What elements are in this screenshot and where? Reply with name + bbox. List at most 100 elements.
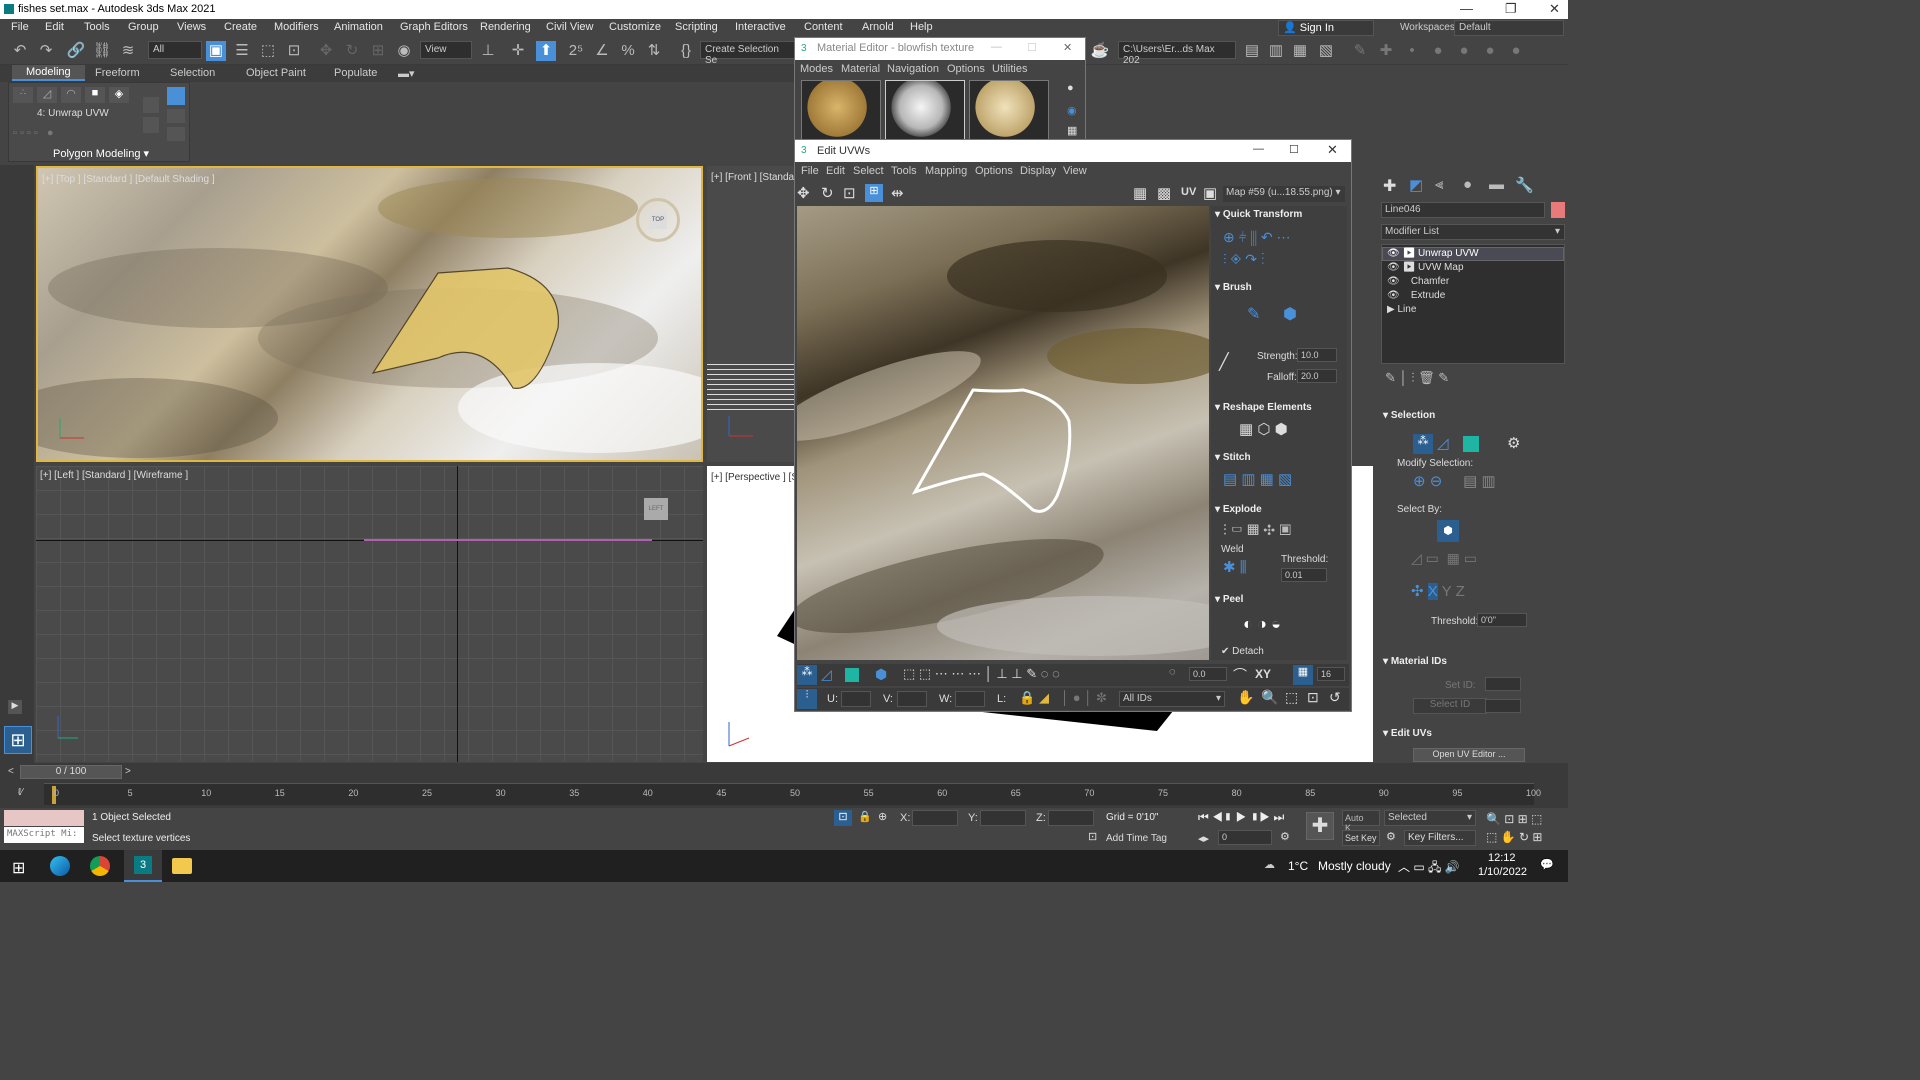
u-field[interactable] [841,691,871,707]
spinner-snap-icon[interactable]: ⇅ [644,41,664,61]
viewcube-top[interactable]: TOP [636,198,680,242]
select-manipulate-icon[interactable]: ✛ [508,41,528,61]
brush-line-icon[interactable]: ╱ [1219,352,1229,372]
stack-tools-icons[interactable]: ✎ │ ⫶ 🗑 ✎ [1385,370,1449,386]
menu-rendering[interactable]: Rendering [480,21,531,33]
uvw-menu-display[interactable]: Display [1020,165,1056,177]
modify-selection-icons[interactable]: ⊕ ⊖ ▤ ▥ [1413,472,1496,490]
3dsmax-taskbar-icon[interactable]: 3 [124,850,162,882]
edge-icon[interactable]: ◿ [37,87,57,103]
y-coordinate-field[interactable] [980,810,1026,826]
current-frame-field[interactable]: 0 [1218,830,1272,845]
uvw-maximize-icon[interactable]: ☐ [1289,143,1299,156]
stitch-header[interactable]: ▾ Stitch [1215,452,1343,466]
key-filters-icon[interactable]: ⚙ [1386,830,1396,843]
paint-move-icon[interactable]: ✎ [1247,304,1260,324]
filter-icons[interactable]: │ ● │ ✼ [1061,690,1107,706]
menu-modifiers[interactable]: Modifiers [274,21,319,33]
pin-icon[interactable]: ✎ [1350,41,1370,61]
selection-rollout-header[interactable]: ▾ Selection [1383,410,1435,421]
border-icon[interactable]: ◠ [61,87,81,103]
display-tab-icon[interactable]: ▬ [1489,176,1504,193]
zoom-icon[interactable]: 🔍 [1261,689,1278,706]
v-field[interactable] [897,691,927,707]
brush-header[interactable]: ▾ Brush [1215,282,1343,296]
tab-populate[interactable]: Populate [334,67,377,79]
grid-snap-icon[interactable]: ▦ [1293,665,1313,685]
container-icon-3[interactable]: ▦ [1290,41,1310,61]
selection-filter-dropdown[interactable]: All [148,41,202,59]
auto-key-button[interactable]: Auto K... [1342,810,1380,833]
expand-toolbar-icon[interactable]: ▶ [8,700,22,714]
viewport-left[interactable]: [+] [Left ] [Standard ] [Wireframe ] LEF… [36,466,703,762]
time-slider-next[interactable]: > [125,766,131,777]
set-id-field[interactable] [1485,677,1521,691]
uvw-map-icon[interactable]: ▣ [1203,184,1217,202]
menu-edit[interactable]: Edit [45,21,64,33]
bind-space-warp-icon[interactable]: ≋ [118,41,138,61]
object-name-field[interactable]: Line046 [1381,202,1545,218]
uvw-map-dropdown[interactable]: Map #59 (u...18.55.png) ▾ [1223,186,1345,202]
uvw-menu-tools[interactable]: Tools [891,165,917,177]
object-color-swatch[interactable] [1551,202,1565,218]
stack-item-chamfer[interactable]: 👁 Chamfer [1382,276,1564,290]
menu-graph-editors[interactable]: Graph Editors [400,21,468,33]
explode-icons[interactable]: ⫶ ▭ ▦ ✣ ▣ [1223,522,1291,539]
snaps-toggle-icon[interactable]: 2⁵ [566,41,586,61]
uvw-checker-icon[interactable]: ▦ [1133,184,1147,202]
uvw-scale-icon[interactable]: ⊡ [843,184,856,202]
uvw-minimize-icon[interactable]: — [1253,143,1264,155]
menu-help[interactable]: Help [910,21,933,33]
tab-freeform[interactable]: Freeform [95,67,140,79]
viewport-top-label[interactable]: [+] [Top ] [Standard ] [Default Shading … [42,174,215,185]
quick-transform-header[interactable]: ▾ Quick Transform [1215,209,1343,223]
menu-content[interactable]: Content [804,21,843,33]
select-object-icon[interactable]: ▣ [206,41,226,61]
pan-icon[interactable]: ✋ [1237,689,1254,706]
select-by-name-icon[interactable]: ☰ [232,41,252,61]
stack-item-unwrap-uvw[interactable]: 👁 ▶ Unwrap UVW [1382,247,1564,261]
uvw-close-icon[interactable]: ✕ [1327,142,1338,158]
material-backlight-icon[interactable]: ◉ [1067,104,1077,117]
create-tab-icon[interactable]: ✚ [1383,176,1396,196]
uv-face-select-icon[interactable] [1463,436,1479,452]
menu-group[interactable]: Group [128,21,159,33]
curve-editor-toggle-icon[interactable]: ℓ∕ [18,787,23,798]
viewport-left-label[interactable]: [+] [Left ] [Standard ] [Wireframe ] [40,470,188,481]
tab-object-paint[interactable]: Object Paint [246,67,306,79]
uvw-show-map-icon[interactable]: ▩ [1157,184,1171,202]
set-key-big-icon[interactable]: ✚ [1306,812,1334,840]
uvw-mirror-icon[interactable]: ⇹ [891,184,904,202]
close-icon[interactable]: ✕ [1549,1,1560,17]
uvw-move-icon[interactable]: ✥ [797,184,810,202]
maxscript-listener-top[interactable] [4,810,84,826]
mat-menu-modes[interactable]: Modes [800,63,833,75]
utilities-tab-icon[interactable]: 🔧 [1515,176,1534,194]
stack-item-extrude[interactable]: 👁 Extrude [1382,290,1564,304]
x-coordinate-field[interactable] [912,810,958,826]
undo-icon[interactable]: ↶ [10,41,30,61]
zoom-region-icon[interactable]: ⬚ [1285,689,1298,706]
select-by-element-icon[interactable]: ⬢ [1437,520,1459,542]
strength-field[interactable]: 10.0 [1297,348,1337,362]
maxscript-mini-listener[interactable]: MAXScript Mi: [4,827,84,843]
container-icon-1[interactable]: ▤ [1242,41,1262,61]
viewport-layout-icon[interactable]: ⊞ [4,726,32,754]
menu-customize[interactable]: Customize [609,21,661,33]
reference-coordinate-dropdown[interactable]: View [420,41,472,59]
unlink-icon[interactable]: ⛓ [92,41,112,61]
isolate-icon[interactable]: ⊡ [834,810,852,826]
clock-time[interactable]: 12:12 [1488,852,1516,864]
peel-header[interactable]: ▾ Peel [1215,594,1343,608]
material-slot-1[interactable] [801,80,881,140]
modify-tab-icon[interactable]: ◩ [1409,176,1423,194]
percent-snap-icon[interactable]: % [618,41,638,61]
clock-date[interactable]: 1/10/2022 [1478,866,1527,878]
ribbon-options-icon[interactable]: ▬▾ [398,67,415,80]
select-id-button[interactable]: Select ID [1413,698,1487,714]
material-slot-2[interactable] [885,80,965,140]
uvw-freeform-icon[interactable]: ⊞ [865,184,883,202]
reshape-elements-header[interactable]: ▾ Reshape Elements [1215,402,1343,416]
playback-controls[interactable]: ⏮ ◀▮ ▶ ▮▶ ⏭ [1198,810,1284,825]
tab-selection[interactable]: Selection [170,67,215,79]
